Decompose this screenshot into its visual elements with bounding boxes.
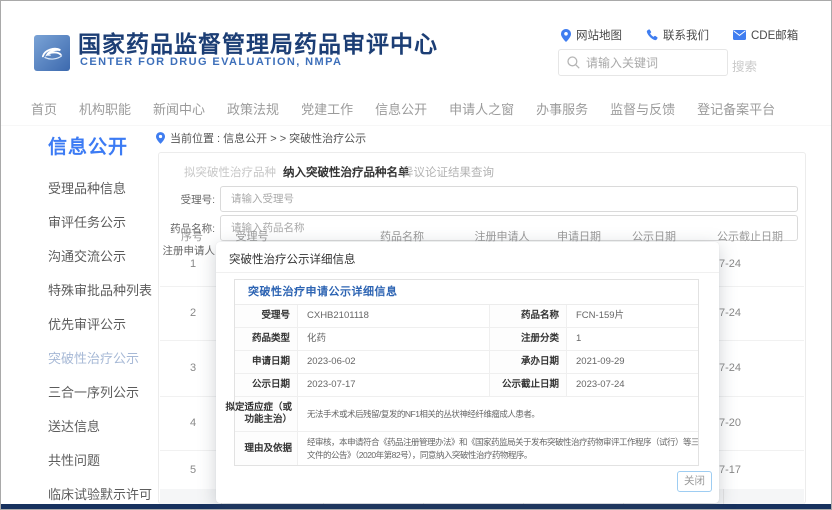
detail-section-title: 突破性治疗申请公示详细信息 — [235, 280, 698, 305]
nav-item-registration-platform[interactable]: 登记备案平台 — [697, 99, 775, 118]
field-value: CXHB2101118 — [298, 305, 490, 327]
row-deadline: 7-24 — [719, 307, 741, 319]
sidebar-item-special-approval[interactable]: 特殊审批品种列表 — [48, 280, 160, 299]
nav-item-info-disclosure[interactable]: 信息公开 — [375, 99, 427, 118]
search-input[interactable]: 请输入关键词 — [558, 49, 728, 76]
field-value: 2023-07-17 — [298, 374, 490, 396]
search-icon — [567, 56, 580, 69]
site-title-cn: 国家药品监督管理局药品审评中心 — [78, 25, 438, 59]
reason-row: 理由及依据 经审核，本申请符合《药品注册管理办法》和《国家药监局关于发布突破性治… — [235, 432, 698, 465]
footer-bar — [1, 504, 831, 510]
accept-no-label: 受理号: — [159, 192, 215, 207]
sidebar-item-communication[interactable]: 沟通交流公示 — [48, 246, 160, 265]
field-label: 受理号 — [235, 305, 298, 327]
search-button[interactable]: 搜索 — [732, 56, 757, 75]
contact-link[interactable]: 联系我们 — [646, 27, 709, 43]
modal-title: 突破性治疗公示详细信息 — [229, 251, 356, 267]
field-value: 2021-09-29 — [567, 351, 698, 373]
field-value: 2023-07-24 — [567, 374, 698, 396]
row-seq: 2 — [190, 307, 196, 319]
breakthrough-detail-modal: 突破性治疗公示详细信息 突破性治疗申请公示详细信息 受理号 CXHB210111… — [216, 242, 719, 503]
sidebar-item-delivery-info[interactable]: 送达信息 — [48, 416, 160, 435]
site-title-en: CENTER FOR DRUG EVALUATION, NMPA — [80, 56, 342, 68]
row-seq: 1 — [190, 258, 196, 270]
breadcrumb-pin-icon — [156, 132, 165, 144]
sidebar-title: 信息公开 — [48, 132, 160, 159]
cde-logo — [34, 35, 70, 71]
field-label: 注册分类 — [490, 328, 567, 350]
applicant-label: 注册申请人 — [159, 243, 215, 258]
sidebar-item-accepted-varieties[interactable]: 受理品种信息 — [48, 178, 160, 197]
col-header-deadline: 公示截止日期 — [717, 228, 783, 244]
nav-item-news[interactable]: 新闻中心 — [153, 99, 205, 118]
field-value: 经审核，本申请符合《药品注册管理办法》和《国家药监局关于发布突破性治疗药物审评工… — [298, 432, 698, 465]
modal-divider — [216, 272, 719, 273]
indication-row: 拟定适应症（或 功能主治） 无法手术或术后残留/复发的NF1相关的丛状神经纤维瘤… — [235, 397, 698, 432]
detail-row: 申请日期 2023-06-02 承办日期 2021-09-29 — [235, 351, 698, 374]
detail-row: 公示日期 2023-07-17 公示截止日期 2023-07-24 — [235, 374, 698, 397]
row-deadline: 7-17 — [719, 464, 741, 476]
field-label: 公示截止日期 — [490, 374, 567, 396]
field-label: 拟定适应症（或 功能主治） — [235, 397, 298, 431]
swan-icon — [37, 38, 67, 68]
row-seq: 3 — [190, 362, 196, 374]
sidebar-item-breakthrough-therapy[interactable]: 突破性治疗公示 — [48, 348, 160, 367]
row-seq: 4 — [190, 417, 196, 429]
sidebar-item-priority-review[interactable]: 优先审评公示 — [48, 314, 160, 333]
detail-row: 受理号 CXHB2101118 药品名称 FCN-159片 — [235, 305, 698, 328]
breadcrumb: 当前位置 : 信息公开 > > 突破性治疗公示 — [156, 130, 366, 146]
row-seq: 5 — [190, 464, 196, 476]
detail-row: 药品类型 化药 注册分类 1 — [235, 328, 698, 351]
main-nav: 首页 机构职能 新闻中心 政策法规 党建工作 信息公开 申请人之窗 办事服务 监… — [1, 91, 831, 126]
field-value: 2023-06-02 — [298, 351, 490, 373]
row-deadline: 7-24 — [719, 258, 741, 270]
sidebar-item-review-tasks[interactable]: 审评任务公示 — [48, 212, 160, 231]
envelope-icon — [733, 30, 746, 40]
accept-no-placeholder: 请输入受理号 — [221, 187, 797, 211]
nav-item-supervision[interactable]: 监督与反馈 — [610, 99, 675, 118]
field-label: 公示日期 — [235, 374, 298, 396]
detail-table: 突破性治疗申请公示详细信息 受理号 CXHB2101118 药品名称 FCN-1… — [234, 279, 699, 466]
nav-item-home[interactable]: 首页 — [31, 99, 57, 118]
row-deadline: 7-20 — [719, 417, 741, 429]
field-value: 化药 — [298, 328, 490, 350]
tab-included-breakthrough-list[interactable]: 纳入突破性治疗品种名单 — [283, 164, 410, 180]
search-placeholder: 请输入关键词 — [586, 54, 658, 71]
nav-item-party[interactable]: 党建工作 — [301, 99, 353, 118]
nav-item-services[interactable]: 办事服务 — [536, 99, 588, 118]
phone-icon — [646, 29, 658, 41]
field-value: 无法手术或术后残留/复发的NF1相关的丛状神经纤维瘤成人患者。 — [298, 397, 698, 431]
field-value: FCN-159片 — [567, 305, 698, 327]
nav-item-applicant[interactable]: 申请人之窗 — [449, 99, 514, 118]
mail-link[interactable]: CDE邮箱 — [733, 27, 798, 43]
tab-proposed-breakthrough[interactable]: 拟突破性治疗品种 — [184, 164, 276, 180]
field-label: 药品名称 — [490, 305, 567, 327]
sitemap-link[interactable]: 网站地图 — [561, 27, 622, 43]
tab-objection-results[interactable]: 异议论证结果查询 — [402, 164, 494, 180]
nav-item-org[interactable]: 机构职能 — [79, 99, 131, 118]
sidebar-item-three-in-one[interactable]: 三合一序列公示 — [48, 382, 160, 401]
field-value: 1 — [567, 328, 698, 350]
sidebar: 信息公开 受理品种信息 审评任务公示 沟通交流公示 特殊审批品种列表 优先审评公… — [48, 132, 160, 510]
sidebar-item-clinical-trial-license[interactable]: 临床试验默示许可 — [48, 484, 160, 503]
field-label: 申请日期 — [235, 351, 298, 373]
location-pin-icon — [561, 29, 571, 42]
field-label: 承办日期 — [490, 351, 567, 373]
nav-item-policy[interactable]: 政策法规 — [227, 99, 279, 118]
breadcrumb-text: 当前位置 : 信息公开 > > 突破性治疗公示 — [170, 130, 366, 146]
close-button[interactable]: 关闭 — [677, 471, 712, 492]
field-label: 药品类型 — [235, 328, 298, 350]
field-label: 理由及依据 — [235, 432, 298, 465]
col-header-seq: 序号 — [181, 228, 203, 244]
sidebar-item-common-issues[interactable]: 共性问题 — [48, 450, 160, 469]
cde-page: 国家药品监督管理局药品审评中心 CENTER FOR DRUG EVALUATI… — [0, 0, 832, 510]
row-deadline: 7-24 — [719, 362, 741, 374]
accept-no-input[interactable]: 请输入受理号 — [220, 186, 798, 212]
header-quick-links: 网站地图 联系我们 CDE邮箱 — [561, 27, 798, 43]
